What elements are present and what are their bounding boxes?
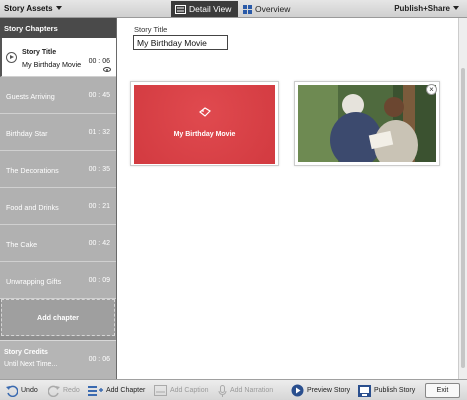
detail-panel: Story Title My Birthday Movie My Birthda… [118,18,458,379]
add-caption-button[interactable]: Add Caption [154,383,209,398]
grid-icon [243,4,252,14]
tab-overview-label: Overview [255,4,291,14]
add-chapter-label: Add Chapter [106,387,146,394]
title-slide-thumbnail: My Birthday Movie [134,85,275,164]
chapter-duration: 00 : 42 [88,240,110,247]
preview-story-label: Preview Story [307,387,351,394]
chapter-item[interactable]: The Cake 00 : 42 [0,225,116,262]
chapter-label: Food and Drinks [6,203,59,212]
undo-button[interactable]: Undo [6,383,38,398]
chapter-item[interactable]: Birthday Star 01 : 32 [0,114,116,151]
chapter-duration: 00 : 06 [88,58,110,65]
photo-card[interactable]: × [294,81,440,166]
top-bar: Story Assets Detail View Overview Publis… [0,0,467,18]
tab-detail-label: Detail View [189,4,232,14]
eye-icon[interactable] [103,67,111,72]
microphone-icon [218,384,227,397]
chapter-duration: 00 : 45 [88,92,110,99]
redo-icon [48,385,60,397]
chapter-item[interactable]: Guests Arriving 00 : 45 [0,77,116,114]
family-photo-image [298,85,436,162]
chapter-label: The Decorations [6,166,59,175]
bottom-toolbar: Undo Redo Add Chapter Add Caption Add Na… [0,379,467,400]
exit-button[interactable]: Exit [425,383,460,398]
chapter-story-title[interactable]: Story Title My Birthday Movie 00 : 06 [0,38,116,77]
chapter-duration: 00 : 35 [88,166,110,173]
add-caption-label: Add Caption [170,387,209,394]
chapter-label: Birthday Star [6,129,48,138]
story-title-label: Story Title [134,25,168,34]
redo-button[interactable]: Redo [48,383,80,398]
preview-story-button[interactable]: Preview Story [291,383,350,398]
tab-detail-view[interactable]: Detail View [171,1,238,17]
credits-duration: 00 : 06 [88,356,110,363]
chapter-item[interactable]: Unwrapping Gifts 00 : 09 [0,262,116,299]
story-assets-menu[interactable]: Story Assets [4,4,62,13]
title-slide-card[interactable]: My Birthday Movie [130,81,279,166]
slide-title-text: My Birthday Movie [173,131,236,138]
sidebar-heading: Story Chapters [0,18,116,38]
publish-icon [358,384,371,397]
chapter-label: Guests Arriving [6,92,55,101]
undo-label: Undo [21,387,38,394]
scrollbar-thumb[interactable] [461,68,465,368]
chapter-story-credits[interactable]: Story Credits Until Next Time... 00 : 06 [0,340,116,379]
publish-story-button[interactable]: Publish Story [358,383,415,398]
chapter-duration: 00 : 09 [88,277,110,284]
publish-story-label: Publish Story [374,387,416,394]
redo-label: Redo [63,387,80,394]
add-chapter-icon [88,385,103,396]
chevron-down-icon [55,6,62,10]
add-narration-label: Add Narration [230,387,274,394]
chapter-duration: 00 : 21 [88,203,110,210]
publish-share-menu[interactable]: Publish+Share [394,4,459,13]
chapter-title: Story Title [22,49,57,56]
chapter-subtitle: My Birthday Movie [22,60,82,69]
story-title-input[interactable] [133,35,228,50]
add-narration-button[interactable]: Add Narration [218,383,273,398]
photo-thumbnail [298,85,436,162]
chapter-label: The Cake [6,240,38,249]
close-icon[interactable]: × [426,84,437,95]
chevron-down-icon [453,6,459,10]
gift-tag-icon [199,107,211,117]
add-chapter-button[interactable]: Add Chapter [88,383,145,398]
vertical-scrollbar[interactable] [458,18,467,379]
add-chapter-slot[interactable]: Add chapter [1,299,115,336]
detail-view-icon [175,4,186,14]
chapter-item[interactable]: The Decorations 00 : 35 [0,151,116,188]
play-circle-icon [291,384,304,397]
chapter-label: Unwrapping Gifts [6,277,62,286]
credits-subtitle: Until Next Time... [4,361,58,368]
caption-icon [154,385,167,396]
credits-title: Story Credits [4,349,48,356]
tab-overview[interactable]: Overview [240,1,300,17]
chapter-item[interactable]: Food and Drinks 00 : 21 [0,188,116,225]
play-icon[interactable] [6,52,17,63]
chapter-duration: 01 : 32 [88,129,110,136]
undo-icon [6,385,18,397]
chapters-sidebar: Story Chapters Story Title My Birthday M… [0,18,117,379]
